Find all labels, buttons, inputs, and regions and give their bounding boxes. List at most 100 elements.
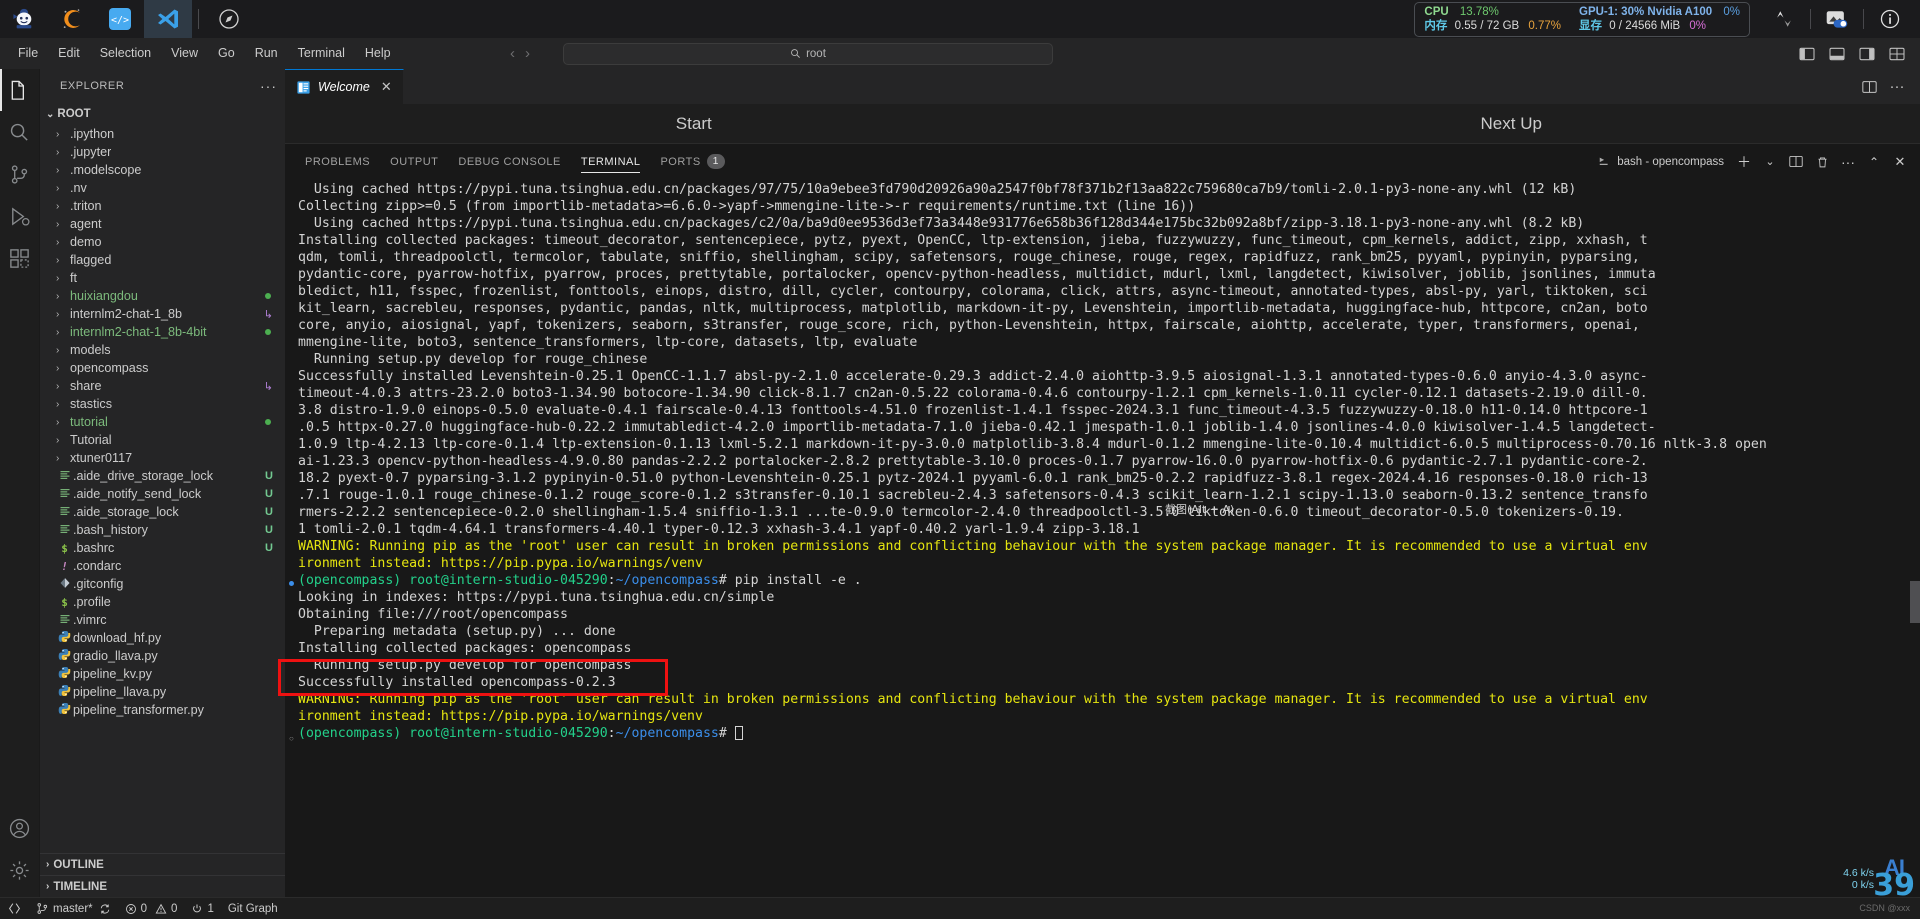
panel-actions: bash - opencompass ＋ ⌄ ··· ⌃ ✕ [1598, 144, 1920, 179]
file-tree-item[interactable]: gradio_llava.py [40, 647, 285, 665]
code-server-logo-tab[interactable]: </> [96, 0, 144, 38]
terminal-scroll-thumb[interactable] [1910, 581, 1920, 624]
terminal-line: Running setup.py develop for opencompass [298, 657, 1920, 674]
chevron-down-button[interactable]: ⌄ [1758, 149, 1782, 175]
file-tree-item[interactable]: $ .profile [40, 593, 285, 611]
sidebar-item-explorer[interactable] [0, 69, 40, 111]
git-branch-indicator[interactable]: master* [29, 898, 118, 919]
file-tree-item[interactable]: › share ↳ [40, 377, 285, 395]
menu-file[interactable]: File [8, 38, 48, 69]
menu-terminal[interactable]: Terminal [288, 38, 355, 69]
file-tree-item[interactable]: › .jupyter [40, 143, 285, 161]
file-tree-item[interactable]: › demo [40, 233, 285, 251]
file-tree-item[interactable]: › ft [40, 269, 285, 287]
file-tree-item[interactable]: pipeline_transformer.py [40, 701, 285, 719]
image-toggle-button[interactable] [1817, 0, 1857, 38]
panel-more-actions-button[interactable]: ··· [1836, 149, 1860, 175]
file-tree-item[interactable]: › .ipython [40, 125, 285, 143]
file-tree-item[interactable]: › .triton [40, 197, 285, 215]
terminal-scrollbar[interactable] [1910, 179, 1920, 897]
tab-ports[interactable]: PORTS 1 [650, 144, 735, 179]
new-terminal-button[interactable]: ＋ [1732, 149, 1756, 175]
file-tree[interactable]: › .ipython › .jupyter › .modelscope › .nv › .trit… [40, 125, 285, 853]
tab-welcome[interactable]: Welcome ✕ [285, 69, 404, 104]
explorer-root-folder[interactable]: ⌄ ROOT [40, 103, 285, 125]
tab-close-icon[interactable]: ✕ [381, 79, 392, 95]
tab-problems[interactable]: PROBLEMS [295, 144, 380, 179]
toggle-primary-sidebar-button[interactable] [1794, 42, 1820, 66]
menu-go[interactable]: Go [208, 38, 245, 69]
file-tree-item[interactable]: .aide_drive_storage_lock U [40, 467, 285, 485]
file-tree-item[interactable]: › Tutorial [40, 431, 285, 449]
kill-terminal-button[interactable] [1810, 149, 1834, 175]
terminal-output[interactable]: Using cached https://pypi.tuna.tsinghua.… [298, 179, 1920, 897]
transfer-button[interactable] [1764, 0, 1804, 38]
toggle-panel-button[interactable] [1824, 42, 1850, 66]
compass-tab[interactable] [205, 0, 253, 38]
file-tree-item[interactable]: .gitconfig [40, 575, 285, 593]
menu-view[interactable]: View [161, 38, 208, 69]
file-tree-item[interactable]: $ .bashrc U [40, 539, 285, 557]
menu-edit[interactable]: Edit [48, 38, 90, 69]
problems-indicator[interactable]: 0 0 [118, 898, 185, 919]
file-tree-item[interactable]: › models [40, 341, 285, 359]
forward-arrow-icon[interactable]: › [525, 45, 530, 62]
file-tree-item[interactable]: › internlm2-chat-1_8b ↳ [40, 305, 285, 323]
file-tree-item[interactable]: .aide_storage_lock U [40, 503, 285, 521]
sidebar-item-extensions[interactable] [0, 237, 40, 279]
terminal-selector[interactable]: bash - opencompass [1598, 155, 1724, 169]
remote-indicator[interactable] [0, 898, 29, 919]
file-tree-item[interactable]: › tutorial [40, 413, 285, 431]
file-tree-item[interactable]: .bash_history U [40, 521, 285, 539]
tab-output[interactable]: OUTPUT [380, 144, 448, 179]
timeline-section[interactable]: › TIMELINE [40, 875, 285, 897]
settings-button[interactable] [0, 849, 40, 891]
file-tree-item[interactable]: › stastics [40, 395, 285, 413]
menu-run[interactable]: Run [245, 38, 288, 69]
ports-indicator[interactable]: 1 [184, 898, 220, 919]
menu-selection[interactable]: Selection [90, 38, 161, 69]
file-tree-item[interactable]: download_hf.py [40, 629, 285, 647]
maximize-panel-button[interactable]: ⌃ [1862, 149, 1886, 175]
split-editor-button[interactable] [1856, 74, 1882, 100]
terminal-line: 3.8 distro-1.9.0 einops-0.5.0 evaluate-0… [298, 402, 1920, 419]
error-icon [125, 903, 136, 914]
file-tree-item[interactable]: › agent [40, 215, 285, 233]
git-graph-button[interactable]: Git Graph [221, 898, 285, 919]
accounts-button[interactable] [0, 807, 40, 849]
split-terminal-button[interactable] [1784, 149, 1808, 175]
terminal-env: (opencompass) [298, 726, 410, 741]
info-button[interactable] [1870, 0, 1910, 38]
file-tree-item[interactable]: .vimrc [40, 611, 285, 629]
back-arrow-icon[interactable]: ‹ [510, 45, 515, 62]
file-tree-item[interactable]: › .nv [40, 179, 285, 197]
file-tree-item[interactable]: pipeline_kv.py [40, 665, 285, 683]
terminal-command: pip install -e . [734, 573, 862, 588]
file-tree-item[interactable]: ! .condarc [40, 557, 285, 575]
file-tree-item[interactable]: › xtuner0117 [40, 449, 285, 467]
intern-studio-logo-tab[interactable] [0, 0, 48, 38]
file-tree-item[interactable]: › flagged [40, 251, 285, 269]
file-tree-item[interactable]: › huixiangdou [40, 287, 285, 305]
conda-logo-tab[interactable] [48, 0, 96, 38]
editor-more-actions-button[interactable]: ··· [1884, 74, 1910, 100]
chevron-right-icon: › [56, 452, 60, 464]
file-tree-item[interactable]: › opencompass [40, 359, 285, 377]
file-tree-item[interactable]: .aide_notify_send_lock U [40, 485, 285, 503]
menu-help[interactable]: Help [355, 38, 401, 69]
customize-layout-button[interactable] [1884, 42, 1910, 66]
close-panel-button[interactable]: ✕ [1888, 149, 1912, 175]
sidebar-item-run-debug[interactable] [0, 195, 40, 237]
explorer-more-actions-icon[interactable]: ··· [260, 78, 277, 94]
file-tree-item[interactable]: pipeline_llava.py [40, 683, 285, 701]
vscode-logo-tab[interactable] [144, 0, 192, 38]
tab-terminal[interactable]: TERMINAL [571, 144, 651, 179]
toggle-secondary-sidebar-button[interactable] [1854, 42, 1880, 66]
file-tree-item[interactable]: › .modelscope [40, 161, 285, 179]
command-center-input[interactable]: root [563, 42, 1053, 65]
sidebar-item-source-control[interactable] [0, 153, 40, 195]
tab-debug-console[interactable]: DEBUG CONSOLE [448, 144, 570, 179]
sidebar-item-search[interactable] [0, 111, 40, 153]
outline-section[interactable]: › OUTLINE [40, 853, 285, 875]
file-tree-item[interactable]: › internlm2-chat-1_8b-4bit [40, 323, 285, 341]
